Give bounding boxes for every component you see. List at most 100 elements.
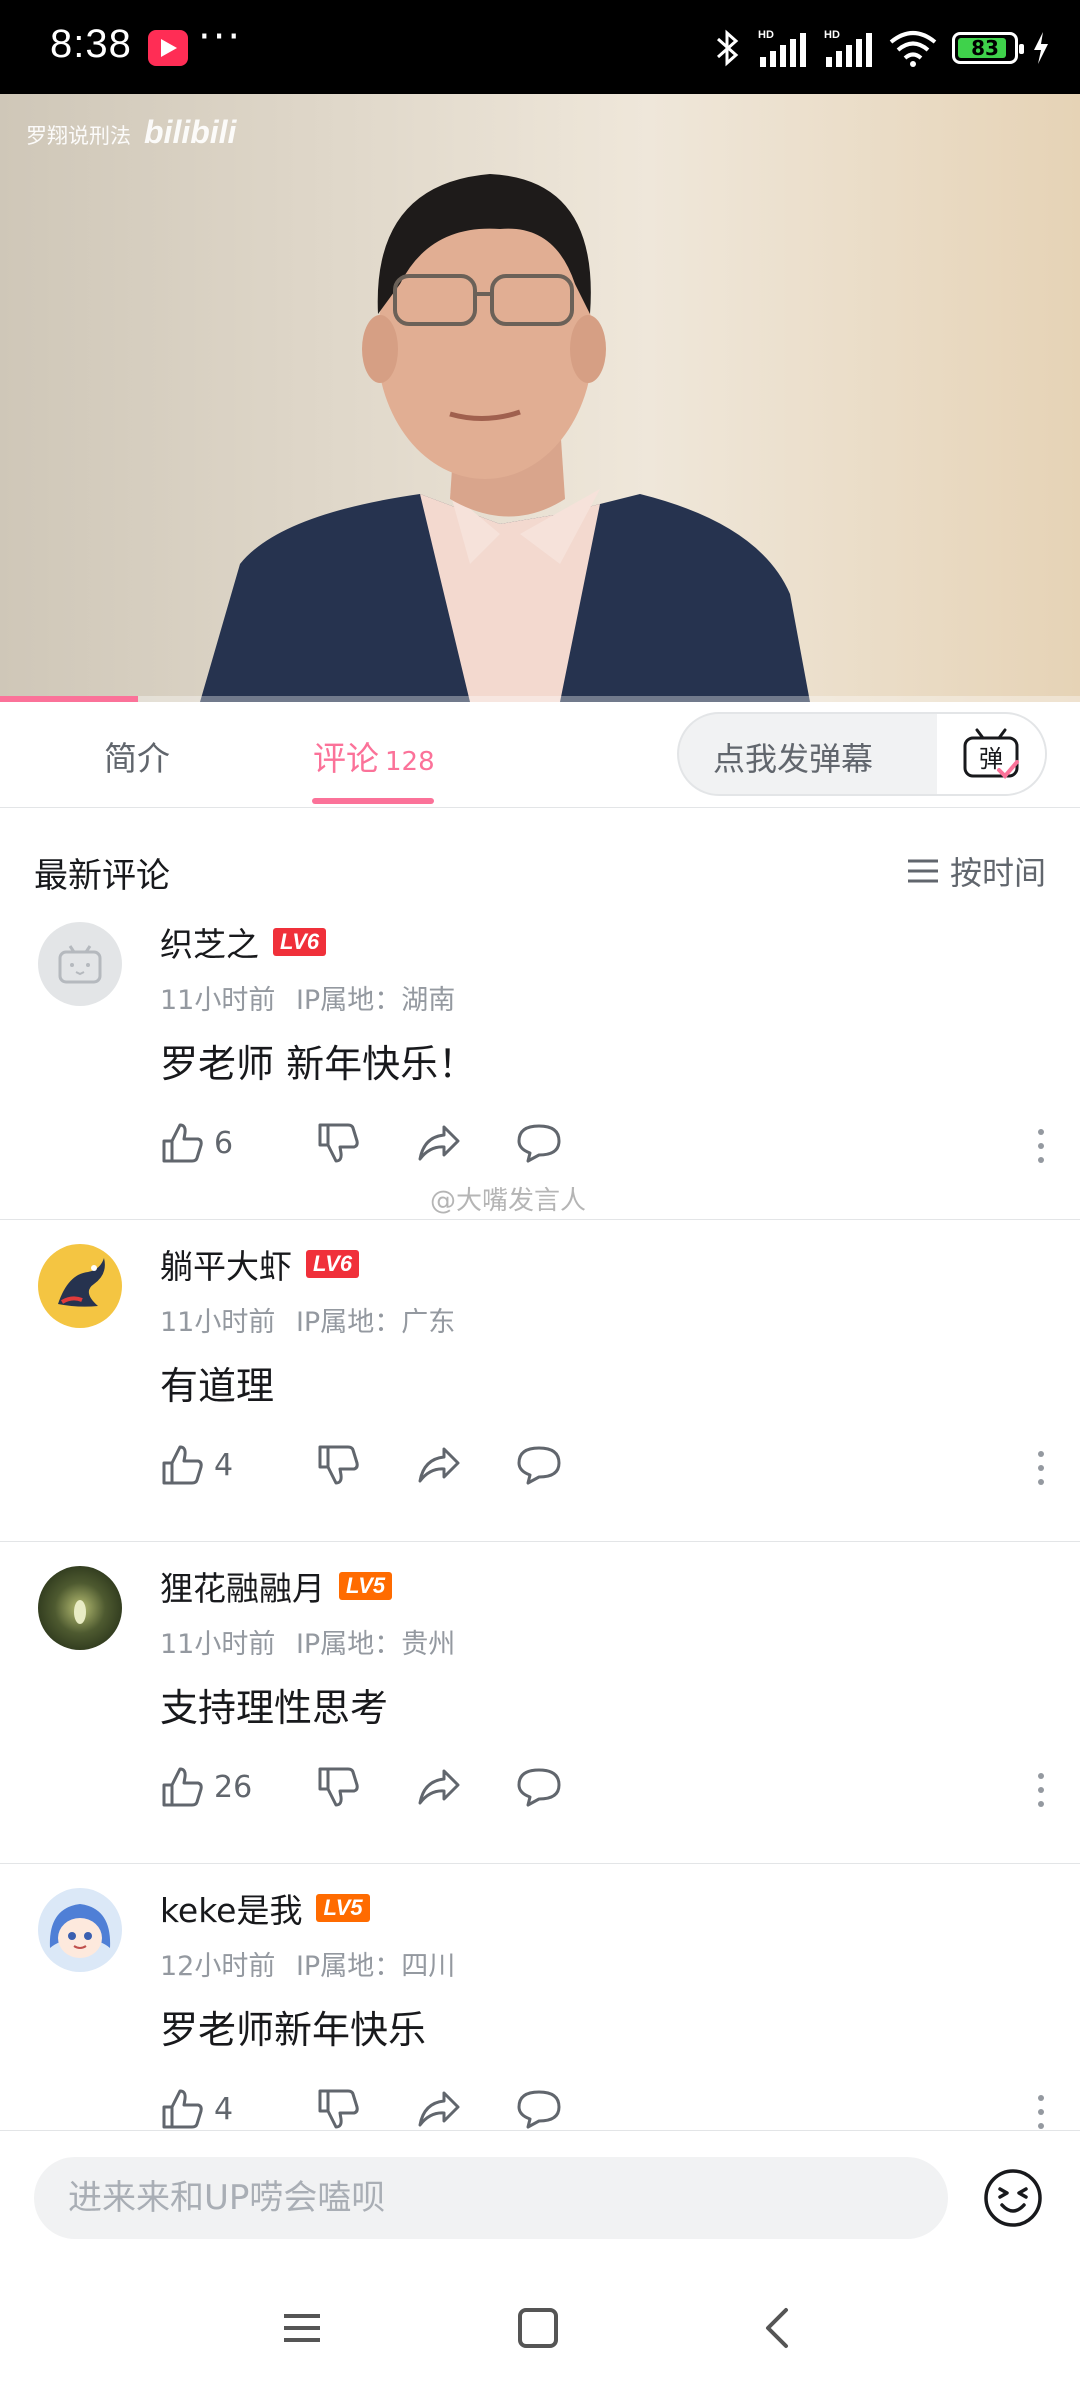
dragon-avatar-icon	[38, 1244, 122, 1328]
thumbs-down-icon	[318, 2089, 359, 2129]
comment-actions: 4	[160, 1435, 562, 1495]
comment-author-name: 织芝之	[160, 925, 259, 964]
comment-time: 12小时前	[160, 1951, 276, 1982]
avatar[interactable]	[38, 1888, 122, 1972]
tab-intro[interactable]: 简介	[104, 732, 170, 780]
app-notification-icon	[148, 30, 188, 66]
signal-hd-2-icon: HD	[824, 29, 872, 67]
default-avatar-icon	[38, 922, 122, 1006]
avatar[interactable]	[38, 922, 122, 1006]
recent-apps-button[interactable]	[280, 2306, 324, 2354]
avatar[interactable]	[38, 1566, 122, 1650]
tab-comments[interactable]: 评论 128	[313, 732, 435, 780]
back-chevron-icon	[766, 2308, 788, 2348]
dislike-button[interactable]	[316, 2087, 360, 2131]
share-button[interactable]	[416, 2087, 462, 2131]
level-badge: LV5	[316, 1894, 370, 1922]
comment-author[interactable]: 躺平大虾 LV6	[160, 1240, 360, 1288]
comment-author-name: 狸花融融月	[160, 1569, 325, 1608]
comment-item: 躺平大虾 LV6 11小时前 IP属地：广东 有道理 4	[0, 1220, 1080, 1542]
share-icon	[418, 1769, 460, 1805]
level-badge: LV5	[339, 1572, 393, 1600]
reply-button[interactable]	[516, 2087, 562, 2131]
level-badge: LV6	[273, 928, 327, 956]
share-icon	[418, 1125, 460, 1161]
emoji-button[interactable]	[982, 2167, 1044, 2233]
like-button[interactable]: 4	[160, 1443, 254, 1487]
comment-author[interactable]: 狸花融融月 LV5	[160, 1562, 393, 1610]
like-button[interactable]: 4	[160, 2087, 254, 2131]
wifi-icon	[889, 31, 937, 67]
like-count: 26	[214, 1769, 253, 1805]
more-options-icon[interactable]	[1036, 1772, 1046, 1812]
share-button[interactable]	[416, 1765, 462, 1809]
home-button[interactable]	[516, 2306, 560, 2354]
comment-icon	[517, 2090, 561, 2129]
tab-comments-label: 评论	[313, 739, 379, 778]
comment-actions: 26	[160, 1757, 562, 1817]
comment-time: 11小时前	[160, 985, 276, 1016]
reply-button[interactable]	[516, 1443, 562, 1487]
weibo-watermark: @大嘴发言人	[430, 1186, 587, 1216]
tab-comments-count: 128	[385, 747, 435, 777]
more-options-icon[interactable]	[1036, 2094, 1046, 2134]
comment-item: 织芝之 LV6 11小时前 IP属地：湖南 罗老师 新年快乐！ 6	[0, 898, 1080, 1220]
like-button[interactable]: 26	[160, 1765, 254, 1809]
video-frame-speaker	[0, 94, 1080, 702]
comment-author[interactable]: 织芝之 LV6	[160, 918, 327, 966]
comment-item: 狸花融融月 LV5 11小时前 IP属地：贵州 支持理性思考 26	[0, 1542, 1080, 1864]
comment-meta: 11小时前 IP属地：湖南	[160, 978, 455, 1017]
sort-icon	[907, 859, 938, 883]
comment-ip: IP属地：湖南	[295, 985, 456, 1016]
more-notifications-icon: ···	[198, 14, 243, 60]
reply-button[interactable]	[516, 1765, 562, 1809]
comment-author-name: keke是我	[160, 1891, 303, 1930]
back-button[interactable]	[756, 2306, 800, 2354]
like-count: 4	[214, 2091, 234, 2127]
more-options-icon[interactable]	[1036, 1128, 1046, 1168]
video-player[interactable]: 罗翔说刑法 bilibili	[0, 94, 1080, 702]
level-badge: LV6	[306, 1250, 360, 1278]
menu-icon	[284, 2314, 320, 2342]
share-icon	[418, 2091, 460, 2127]
emoji-icon	[984, 2169, 1042, 2227]
anime-avatar-icon	[38, 1888, 122, 1972]
thumbs-down-icon	[318, 1123, 359, 1163]
thumbs-up-icon	[162, 1123, 203, 1163]
share-icon	[418, 1447, 460, 1483]
comment-text: 罗老师新年快乐	[160, 2008, 427, 2052]
danmu-placeholder: 点我发弹幕	[713, 740, 874, 778]
signal-hd-icon: HD	[758, 29, 806, 67]
battery-icon: 83	[952, 32, 1024, 64]
danmu-toggle-button[interactable]: 弹	[937, 714, 1045, 794]
comment-meta: 11小时前 IP属地：贵州	[160, 1622, 455, 1661]
battery-level: 83	[971, 36, 999, 60]
danmu-input[interactable]: 点我发弹幕 弹	[677, 712, 1047, 796]
system-nav-bar	[0, 2268, 1080, 2400]
sort-by-time-button[interactable]: 按时间	[906, 848, 1046, 894]
share-button[interactable]	[416, 1443, 462, 1487]
dislike-button[interactable]	[316, 1443, 360, 1487]
more-options-icon[interactable]	[1036, 1450, 1046, 1490]
avatar[interactable]	[38, 1244, 122, 1328]
dislike-button[interactable]	[316, 1121, 360, 1165]
thumbs-up-icon	[162, 1445, 203, 1485]
reply-button[interactable]	[516, 1121, 562, 1165]
like-count: 4	[214, 1447, 234, 1483]
thumbs-down-icon	[318, 1445, 359, 1485]
nature-avatar-icon	[38, 1566, 122, 1650]
comment-input-bar	[0, 2130, 1080, 2268]
like-button[interactable]: 6	[160, 1121, 254, 1165]
comment-icon	[517, 1446, 561, 1485]
status-bar: 8:38 ··· HD HD 83	[0, 0, 1080, 94]
share-button[interactable]	[416, 1121, 462, 1165]
status-icons: HD HD 83	[714, 26, 1050, 70]
comment-author[interactable]: keke是我 LV5	[160, 1884, 370, 1932]
comment-text: 支持理性思考	[160, 1686, 389, 1730]
comment-ip: IP属地：贵州	[295, 1629, 456, 1660]
dislike-button[interactable]	[316, 1765, 360, 1809]
comment-input[interactable]	[34, 2157, 948, 2239]
comment-meta: 11小时前 IP属地：广东	[160, 1300, 455, 1339]
svg-text:HD: HD	[824, 29, 840, 41]
svg-text:HD: HD	[758, 29, 774, 41]
